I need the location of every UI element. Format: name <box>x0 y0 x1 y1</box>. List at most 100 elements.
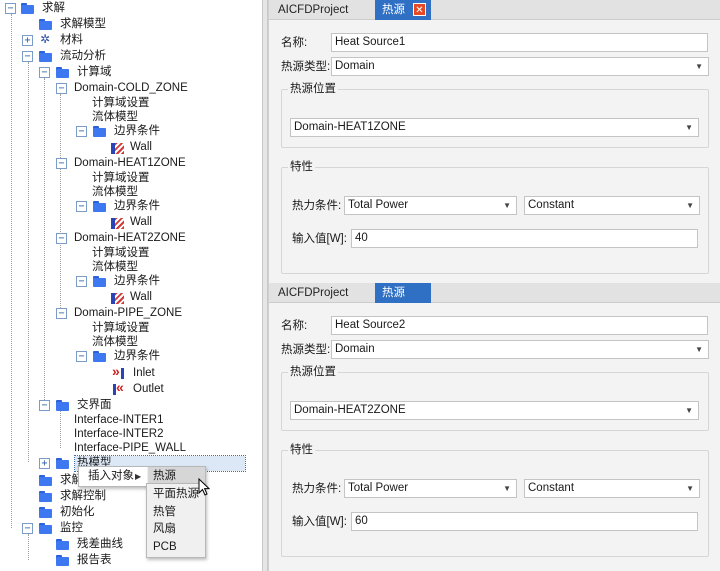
collapse-toggle[interactable]: − <box>22 51 33 62</box>
tree-node-domain-heat2[interactable]: Domain-HEAT2ZONE <box>72 231 188 246</box>
folder-icon <box>92 200 108 213</box>
tree-node-wall[interactable]: Wall <box>111 140 154 155</box>
folder-icon <box>55 538 71 551</box>
tree-node-monitor[interactable]: 监控 <box>38 521 85 536</box>
tree-node-fluid-model[interactable]: 流体模型 <box>90 185 140 200</box>
tree-node-solve-control[interactable]: 求解控制 <box>38 489 108 504</box>
tree-node-report[interactable]: 报告表 <box>55 553 114 568</box>
tree-node-wall[interactable]: Wall <box>111 215 154 230</box>
folder-icon <box>38 490 54 503</box>
collapse-toggle[interactable]: − <box>76 201 87 212</box>
input-label: 输入值[W]: <box>292 516 347 528</box>
type-select[interactable]: Domain ▼ <box>331 57 709 76</box>
tree-node-interface[interactable]: 交界面 <box>55 398 114 413</box>
folder-icon <box>38 18 54 31</box>
menu-item-fan[interactable]: 风扇 <box>147 521 205 539</box>
expand-toggle[interactable]: + <box>22 35 33 46</box>
tree-node-inter1[interactable]: Interface-INTER1 <box>72 413 165 428</box>
tree-node-fluid-model[interactable]: 流体模型 <box>90 335 140 350</box>
tab-heat-source[interactable]: 热源 ✕ <box>375 0 431 20</box>
location-group: 热源位置 Domain-HEAT1ZONE ▼ <box>281 82 709 148</box>
collapse-toggle[interactable]: − <box>76 276 87 287</box>
tree-node-domain-settings[interactable]: 计算域设置 <box>90 96 152 111</box>
tree-node-pipe-wall[interactable]: Interface-PIPE_WALL <box>72 441 188 456</box>
collapse-toggle[interactable]: − <box>56 83 67 94</box>
tab-aicfd-project[interactable]: AICFDProject <box>278 0 348 20</box>
tab-aicfd-project[interactable]: AICFDProject <box>278 283 348 303</box>
tree-guide <box>60 94 61 312</box>
tree-guide <box>11 14 12 528</box>
tree-node-init[interactable]: 初始化 <box>38 505 97 520</box>
chevron-down-icon: ▼ <box>503 484 511 493</box>
tree-node-flow-analysis[interactable]: 流动分析 <box>38 49 108 64</box>
input-value-field[interactable]: 60 <box>351 512 698 531</box>
tree-guide <box>28 534 29 560</box>
tree-node-domain-pipe[interactable]: Domain-PIPE_ZONE <box>72 306 184 321</box>
folder-icon <box>55 554 71 567</box>
tree-node-fluid-model[interactable]: 流体模型 <box>90 260 140 275</box>
tree-node-domain-settings[interactable]: 计算域设置 <box>90 321 152 336</box>
chevron-down-icon: ▼ <box>686 201 694 210</box>
collapse-toggle[interactable]: − <box>39 67 50 78</box>
thermal-select[interactable]: Total Power ▼ <box>344 196 517 215</box>
name-input[interactable]: Heat Source1 <box>331 33 708 52</box>
location-select[interactable]: Domain-HEAT1ZONE ▼ <box>290 118 699 137</box>
menu-item-pcb[interactable]: PCB <box>147 539 205 557</box>
close-icon[interactable]: ✕ <box>413 3 426 16</box>
tree-node-wall[interactable]: Wall <box>111 290 154 305</box>
menu-item-heat-pipe[interactable]: 热管 <box>147 504 205 522</box>
collapse-toggle[interactable]: − <box>76 351 87 362</box>
mode-select[interactable]: Constant ▼ <box>524 196 700 215</box>
tree-node-domain-cold[interactable]: Domain-COLD_ZONE <box>72 81 190 96</box>
wall-icon <box>111 292 124 304</box>
location-select[interactable]: Domain-HEAT2ZONE ▼ <box>290 401 699 420</box>
tab-heat-source[interactable]: 热源 <box>375 283 431 303</box>
tree-node-solve[interactable]: 求解 <box>20 1 67 16</box>
tree-node-residual[interactable]: 残差曲线 <box>55 537 125 552</box>
tree-node-material[interactable]: 材料 <box>38 32 85 48</box>
tree-node-inter2[interactable]: Interface-INTER2 <box>72 427 165 442</box>
collapse-toggle[interactable]: − <box>56 158 67 169</box>
name-label: 名称: <box>281 37 308 49</box>
chevron-down-icon: ▼ <box>685 406 693 415</box>
collapse-toggle[interactable]: − <box>5 3 16 14</box>
name-input[interactable]: Heat Source2 <box>331 316 708 335</box>
mode-select[interactable]: Constant ▼ <box>524 479 700 498</box>
tree-guide <box>44 78 45 408</box>
tree-node-fluid-model[interactable]: 流体模型 <box>90 110 140 125</box>
collapse-toggle[interactable]: − <box>22 523 33 534</box>
tree-node-boundary[interactable]: 边界条件 <box>92 349 162 364</box>
tree-node-boundary[interactable]: 边界条件 <box>92 199 162 214</box>
tree-guide <box>28 62 29 462</box>
tree-node-domain-settings[interactable]: 计算域设置 <box>90 171 152 186</box>
chevron-down-icon: ▼ <box>685 123 693 132</box>
location-group: 热源位置 Domain-HEAT2ZONE ▼ <box>281 365 709 431</box>
thermal-select[interactable]: Total Power ▼ <box>344 479 517 498</box>
expand-toggle[interactable]: + <box>39 458 50 469</box>
collapse-toggle[interactable]: − <box>56 308 67 319</box>
folder-icon <box>20 2 36 15</box>
tree-guide <box>60 410 61 448</box>
tree-node-domain-settings[interactable]: 计算域设置 <box>90 246 152 261</box>
type-label: 热源类型: <box>281 344 331 356</box>
folder-icon <box>55 399 71 412</box>
chevron-down-icon: ▼ <box>695 62 703 71</box>
type-label: 热源类型: <box>281 61 331 73</box>
tab-bar: AICFDProject 热源 <box>269 283 720 303</box>
tree-node-domain-heat1[interactable]: Domain-HEAT1ZONE <box>72 156 188 171</box>
type-select[interactable]: Domain ▼ <box>331 340 709 359</box>
tree-node-compute-domain[interactable]: 计算域 <box>55 65 114 80</box>
menu-item-planar-heat-source[interactable]: 平面热源 <box>147 486 205 504</box>
tree-node-solve-model[interactable]: 求解模型 <box>38 17 108 32</box>
tree-node-boundary[interactable]: 边界条件 <box>92 124 162 139</box>
input-value-field[interactable]: 40 <box>351 229 698 248</box>
collapse-toggle[interactable]: − <box>56 233 67 244</box>
collapse-toggle[interactable]: − <box>39 400 50 411</box>
chevron-down-icon: ▼ <box>686 484 694 493</box>
thermal-label: 热力条件: <box>292 200 342 212</box>
folder-icon <box>92 350 108 363</box>
tree-node-boundary[interactable]: 边界条件 <box>92 274 162 289</box>
tree-node-outlet[interactable]: Outlet <box>111 380 166 397</box>
outlet-icon <box>111 380 127 396</box>
collapse-toggle[interactable]: − <box>76 126 87 137</box>
